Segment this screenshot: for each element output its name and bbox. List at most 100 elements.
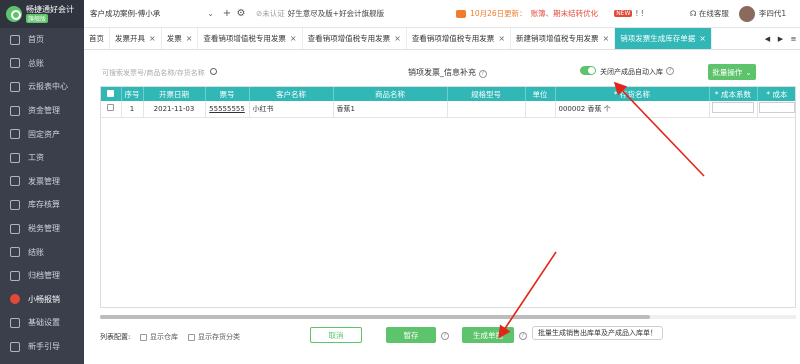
app-logo[interactable]: 畅捷通好会计 旗舰版 <box>0 0 84 28</box>
tab-label: 销项发票生成库存单据 <box>620 34 696 43</box>
sidebar-item-invoice[interactable]: 发票管理 <box>0 170 84 194</box>
close-icon[interactable]: × <box>149 34 156 43</box>
table-row[interactable]: 1 2021-11-03 55555555 小红书 香蕉1 000002 香蕉 个 <box>101 101 795 118</box>
close-icon[interactable]: × <box>603 34 610 43</box>
sidebar-item-label: 基础设置 <box>28 318 60 328</box>
close-icon[interactable]: × <box>498 34 505 43</box>
sidebar-item-fund[interactable]: 资金管理 <box>0 99 84 123</box>
row-cost-factor-field[interactable] <box>709 101 758 118</box>
sidebar-item-label: 归档管理 <box>28 271 60 281</box>
tab-label: 新建销项增值税专用发票 <box>516 34 599 43</box>
save-draft-button[interactable]: 暂存 <box>386 327 436 343</box>
select-all-checkbox[interactable] <box>101 87 122 101</box>
tab-1[interactable]: 发票开具 × <box>110 28 162 49</box>
update-notice[interactable]: 10月26日更新： 账簿、期末结转优化 <box>456 8 598 19</box>
sidebar-item-inventory[interactable]: 库存核算 <box>0 193 84 217</box>
avatar[interactable] <box>738 5 755 22</box>
username[interactable]: 李四代1 <box>759 8 786 19</box>
asset-icon <box>10 129 20 140</box>
sidebar-item-label: 云报表中心 <box>28 82 68 92</box>
batch-operation-button[interactable]: 批量操作 ⌄ <box>708 64 756 80</box>
company-name: 客户成功案例-傅小承 <box>90 9 161 18</box>
settings-icon <box>10 317 20 328</box>
checkbox-icon <box>188 333 195 341</box>
tab-label: 查看销项增值税专用发票 <box>411 34 495 43</box>
sidebar-item-label: 首页 <box>28 35 44 45</box>
sidebar-item-asset[interactable]: 固定资产 <box>0 122 84 146</box>
tab-prev-icon[interactable]: ◀ <box>761 28 774 49</box>
add-icon[interactable]: + <box>220 8 234 19</box>
expense-icon <box>10 294 20 305</box>
tab-3[interactable]: 查看销项增值税专用发票 × <box>198 28 303 49</box>
sidebar-item-label: 库存核算 <box>28 200 60 210</box>
tab-label: 查看销项增值税专用发票 <box>203 34 286 43</box>
new-badge[interactable]: NEW <box>614 10 633 17</box>
row-spec <box>447 101 526 118</box>
tax-icon <box>10 223 20 234</box>
unverified-status[interactable]: ⊘未认证 <box>256 8 285 19</box>
horizontal-scrollbar[interactable] <box>100 315 796 319</box>
tab-5[interactable]: 查看销项增值税专用发票 × <box>407 28 512 49</box>
tab-6[interactable]: 新建销项增值税专用发票 × <box>511 28 616 49</box>
row-inventory-field[interactable]: 000002 香蕉 个 <box>555 101 710 118</box>
cancel-button[interactable]: 取消 <box>310 327 362 343</box>
help-icon[interactable]: ? <box>478 70 487 78</box>
close-icon[interactable]: × <box>699 34 706 43</box>
row-product: 香蕉1 <box>333 101 448 118</box>
sidebar-item-close-account[interactable]: 结账 <box>0 240 84 264</box>
auto-warehouse-label: 关闭产成品自动入库 <box>600 68 663 76</box>
tab-0[interactable]: 首页 <box>84 28 110 49</box>
sidebar-item-salary[interactable]: 工资 <box>0 146 84 170</box>
sidebar-item-ledger[interactable]: 总账 <box>0 52 84 76</box>
sidebar-item-home[interactable]: 首页 <box>0 28 84 52</box>
tab-2[interactable]: 发票 × <box>162 28 199 49</box>
edition-slogan[interactable]: 好生意尽及版+好会计旗舰版 <box>288 8 384 19</box>
invoice-table: 序号 开票日期 票号 客户名称 商品名称 规格型号 单位 * 存货名称 * 成本系数 * 成本 1… <box>100 86 796 308</box>
fund-icon <box>10 105 20 116</box>
scrollbar-thumb[interactable] <box>100 315 650 319</box>
sidebar-item-label: 结账 <box>28 247 44 257</box>
help-icon[interactable]: ? <box>441 332 449 340</box>
tab-label: 首页 <box>89 34 104 43</box>
sidebar-item-expense[interactable]: 小畅报销 <box>0 288 84 312</box>
row-customer: 小红书 <box>249 101 334 118</box>
tab-next-icon[interactable]: ▶ <box>774 28 787 49</box>
tab-4[interactable]: 查看销项增值税专用发票 × <box>303 28 407 49</box>
search-icon[interactable] <box>210 68 217 75</box>
gear-icon[interactable]: ⚙ <box>234 8 248 19</box>
checkbox-icon <box>107 104 115 112</box>
row-cost-field[interactable] <box>757 101 795 118</box>
sidebar-item-label: 固定资产 <box>28 129 60 139</box>
column-header: 序号 <box>121 87 144 101</box>
close-icon[interactable]: × <box>394 34 401 43</box>
salary-icon <box>10 152 20 163</box>
help-icon[interactable]: ? <box>666 67 674 75</box>
company-selector[interactable]: 客户成功案例-傅小承 ⌄ <box>84 8 220 19</box>
row-checkbox[interactable] <box>101 101 122 118</box>
sidebar-item-settings[interactable]: 基础设置 <box>0 311 84 335</box>
tab-7[interactable]: 销项发票生成库存单据 × <box>615 28 712 49</box>
sidebar-item-label: 税务管理 <box>28 224 60 234</box>
close-icon[interactable]: × <box>186 34 193 43</box>
show-inventory-category-checkbox[interactable]: 显示存货分类 <box>188 332 240 342</box>
online-service-link[interactable]: ☊ 在线客服 <box>690 8 729 19</box>
search-input[interactable] <box>102 66 220 80</box>
logo-text: 畅捷通好会计 <box>26 5 74 14</box>
chevron-down-icon: ⌄ <box>745 67 752 77</box>
auto-warehouse-toggle[interactable] <box>580 66 596 75</box>
top-header: 客户成功案例-傅小承 ⌄ + ⚙ ⊘未认证 好生意尽及版+好会计旗舰版 10月2… <box>84 0 800 28</box>
generate-document-button[interactable]: 生成单据 <box>462 327 514 343</box>
row-invoice-no[interactable]: 55555555 <box>205 101 250 118</box>
sidebar-item-tax[interactable]: 税务管理 <box>0 217 84 241</box>
help-icon[interactable]: ? <box>519 332 527 340</box>
tab-label: 发票开具 <box>115 34 145 43</box>
page-title: 销项发票_信息补充 ? <box>408 67 487 78</box>
close-icon[interactable]: × <box>290 34 297 43</box>
sidebar-item-report[interactable]: 云报表中心 <box>0 75 84 99</box>
home-icon <box>10 34 20 45</box>
sidebar-item-archive[interactable]: 归档管理 <box>0 264 84 288</box>
tab-menu-icon[interactable]: ≡ <box>787 28 800 49</box>
alert-icon[interactable]: ! ! <box>635 9 643 18</box>
show-warehouse-checkbox[interactable]: 显示仓库 <box>140 332 178 342</box>
sidebar-item-guide[interactable]: 新手引导 <box>0 335 84 359</box>
